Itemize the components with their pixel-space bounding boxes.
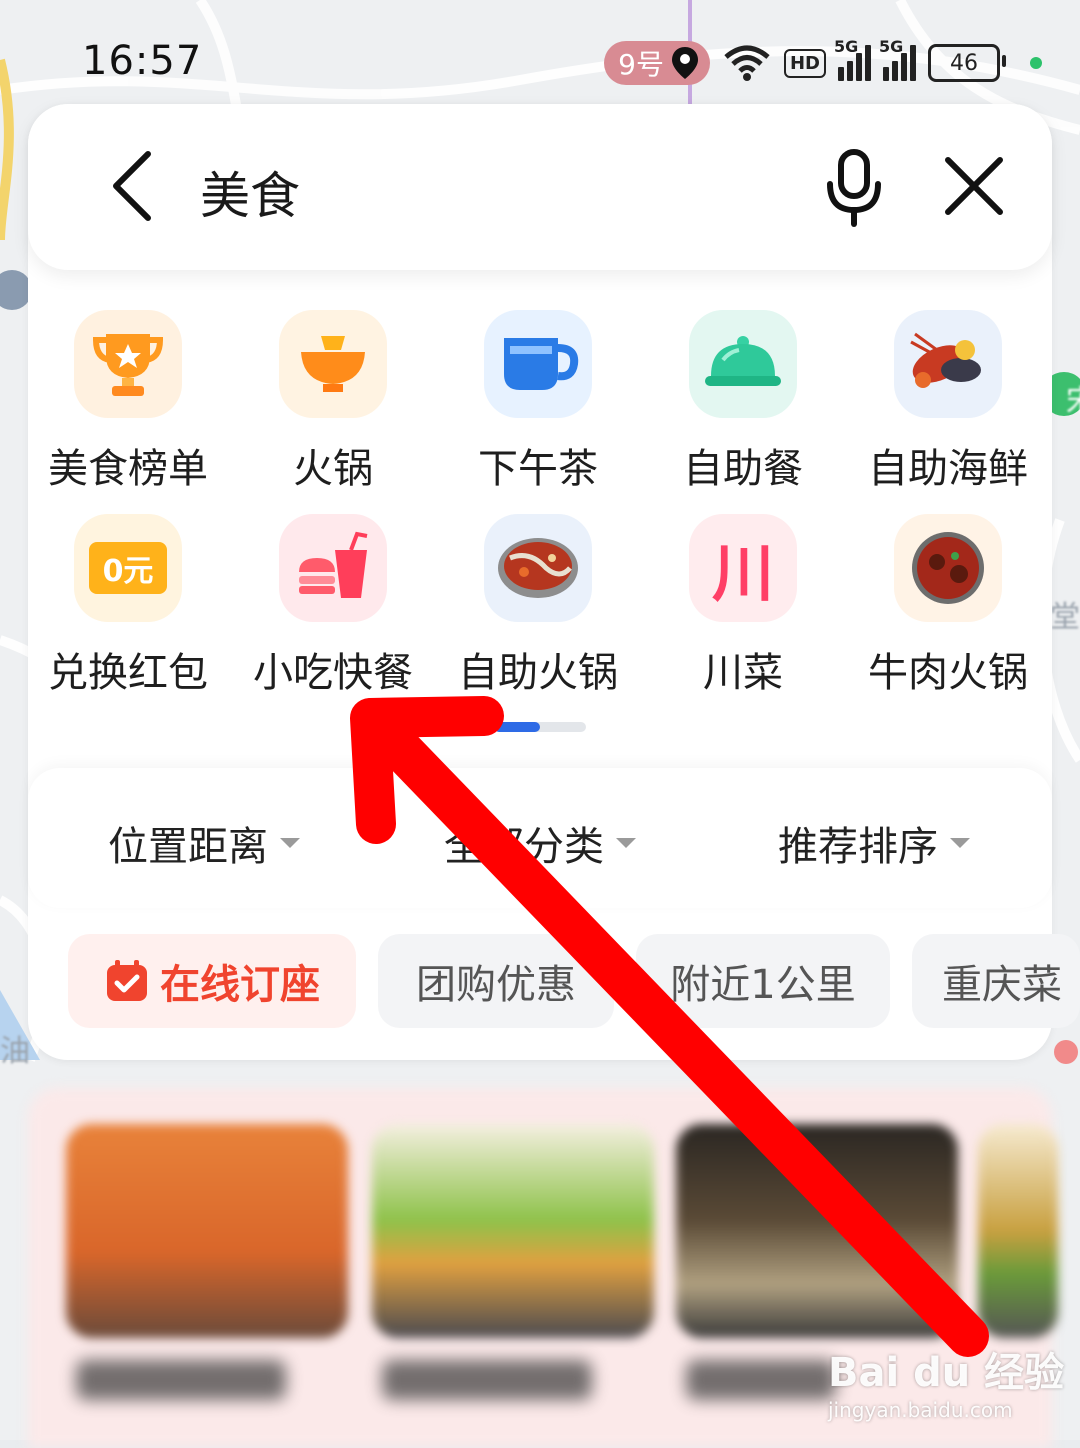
clear-button[interactable] bbox=[932, 144, 1016, 228]
filter-all-categories[interactable]: 全部分类 bbox=[444, 814, 636, 872]
filter-label: 推荐排序 bbox=[778, 824, 938, 870]
navigation-pill[interactable]: 9号 bbox=[604, 41, 710, 85]
food-cloche-icon bbox=[689, 310, 797, 418]
search-bar: 美食 bbox=[28, 104, 1052, 270]
burger-drink-icon bbox=[279, 514, 387, 622]
filter-label: 全部分类 bbox=[444, 824, 604, 870]
battery-level: 46 bbox=[950, 50, 978, 76]
category-item[interactable]: 0元 兑换红包 bbox=[28, 514, 228, 698]
category-item[interactable]: 下午茶 bbox=[438, 310, 638, 494]
map-label: 油 bbox=[0, 1034, 30, 1069]
search-input[interactable]: 美食 bbox=[200, 156, 300, 228]
voice-search-button[interactable] bbox=[812, 140, 896, 236]
hotpot-pot-icon bbox=[484, 514, 592, 622]
close-icon bbox=[945, 157, 1003, 215]
coupon-icon: 0元 bbox=[74, 514, 182, 622]
sichuan-char-icon: 川 bbox=[689, 514, 797, 622]
restaurant-card-image[interactable] bbox=[66, 1124, 348, 1338]
category-item[interactable]: 自助海鲜 bbox=[848, 310, 1048, 494]
microphone-icon bbox=[827, 149, 881, 227]
category-label: 自助火锅 bbox=[458, 650, 618, 696]
back-button[interactable] bbox=[90, 144, 174, 228]
coupon-label: 0元 bbox=[89, 542, 167, 594]
beef-hotpot-icon bbox=[894, 514, 1002, 622]
category-item[interactable]: 自助火锅 bbox=[438, 514, 638, 698]
map-label: 堂 bbox=[1050, 600, 1080, 635]
filter-bar: 位置距离 全部分类 推荐排序 bbox=[28, 768, 1052, 908]
signal-strength-icon: 5G bbox=[879, 37, 916, 81]
back-arrow-icon bbox=[113, 151, 151, 221]
calendar-check-icon bbox=[107, 960, 147, 1001]
category-label: 小吃快餐 bbox=[253, 650, 413, 696]
category-label: 川菜 bbox=[703, 650, 783, 696]
network-type-label: 5G bbox=[834, 37, 859, 56]
wifi-icon bbox=[724, 45, 770, 81]
caret-down-icon bbox=[950, 838, 970, 848]
category-item[interactable]: 美食榜单 bbox=[28, 310, 228, 494]
category-item[interactable]: 火锅 bbox=[233, 310, 433, 494]
chip-label: 在线订座 bbox=[160, 962, 320, 1008]
chip-within-1km[interactable]: 附近1公里 bbox=[636, 934, 890, 1028]
trophy-icon bbox=[74, 310, 182, 418]
privacy-indicator-dot bbox=[1030, 57, 1042, 69]
category-label: 兑换红包 bbox=[48, 650, 208, 696]
battery-icon: 46 bbox=[928, 44, 1006, 82]
seafood-icon bbox=[894, 310, 1002, 418]
teacup-icon bbox=[484, 310, 592, 418]
status-bar: 16:57 9号 HD 5G 5G 46 bbox=[0, 0, 1080, 120]
restaurant-card-image[interactable] bbox=[372, 1124, 654, 1338]
hd-voice-icon: HD bbox=[783, 48, 826, 78]
chip-label: 附近1公里 bbox=[670, 962, 856, 1008]
category-item[interactable]: 小吃快餐 bbox=[233, 514, 433, 698]
chip-label: 重庆菜 bbox=[942, 962, 1062, 1008]
caret-down-icon bbox=[616, 838, 636, 848]
sichuan-char-label: 川 bbox=[711, 537, 774, 610]
watermark-url: jingyan.baidu.com bbox=[828, 1398, 1013, 1422]
restaurant-card-image[interactable] bbox=[676, 1124, 958, 1338]
hotpot-icon bbox=[279, 310, 387, 418]
chip-online-reservation[interactable]: 在线订座 bbox=[68, 934, 356, 1028]
signal-strength-icon: 5G bbox=[834, 37, 871, 81]
status-time: 16:57 bbox=[82, 38, 203, 84]
filter-location-distance[interactable]: 位置距离 bbox=[108, 814, 300, 872]
category-label: 自助海鲜 bbox=[868, 446, 1028, 492]
chip-group-deals[interactable]: 团购优惠 bbox=[378, 934, 614, 1028]
filter-recommended-sort[interactable]: 推荐排序 bbox=[778, 814, 970, 872]
category-item[interactable]: 牛肉火锅 bbox=[848, 514, 1048, 698]
navigation-pill-label: 9号 bbox=[618, 48, 664, 81]
category-label: 火锅 bbox=[293, 446, 373, 492]
baidu-watermark: Bai du 经验 jingyan.baidu.com bbox=[828, 1340, 1064, 1422]
category-label: 美食榜单 bbox=[48, 446, 208, 492]
caret-down-icon bbox=[280, 838, 300, 848]
category-item[interactable]: 自助餐 bbox=[643, 310, 843, 494]
watermark-brand: Bai du 经验 bbox=[828, 1350, 1065, 1396]
filter-label: 位置距离 bbox=[108, 824, 268, 870]
location-pin-icon bbox=[671, 47, 698, 79]
restaurant-card-title bbox=[382, 1360, 592, 1400]
category-label: 自助餐 bbox=[683, 446, 803, 492]
map-label: 宋 bbox=[1066, 376, 1080, 420]
network-type-label: 5G bbox=[879, 37, 904, 56]
restaurant-card-image[interactable] bbox=[978, 1124, 1058, 1338]
restaurant-card-title bbox=[686, 1360, 836, 1400]
category-item[interactable]: 川 川菜 bbox=[643, 514, 843, 698]
page-indicator bbox=[494, 722, 586, 732]
category-label: 牛肉火锅 bbox=[868, 650, 1028, 696]
chip-chongqing-cuisine[interactable]: 重庆菜 bbox=[912, 934, 1080, 1028]
chip-label: 团购优惠 bbox=[416, 962, 576, 1008]
category-label: 下午茶 bbox=[478, 446, 598, 492]
restaurant-card-title bbox=[76, 1360, 286, 1400]
status-indicators: 9号 HD 5G 5G 46 bbox=[604, 37, 1042, 88]
